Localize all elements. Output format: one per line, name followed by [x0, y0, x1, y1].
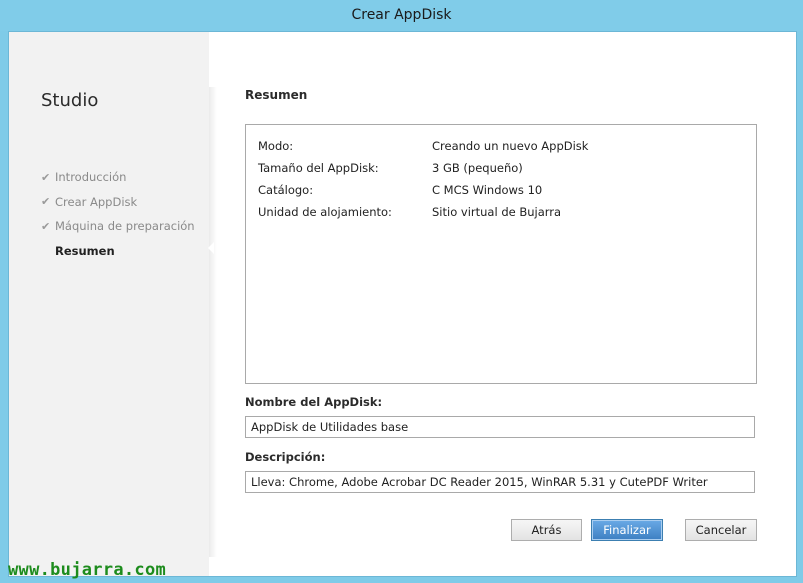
summary-value: Creando un nuevo AppDisk [432, 139, 589, 153]
description-input[interactable]: Lleva: Chrome, Adobe Acrobar DC Reader 2… [245, 471, 755, 493]
summary-key: Tamaño del AppDisk: [258, 161, 379, 175]
step-label: Máquina de preparación [55, 219, 195, 234]
step-label: Introducción [55, 170, 127, 185]
check-icon: ✔ [41, 170, 51, 184]
description-label: Descripción: [245, 450, 326, 464]
check-icon: ✔ [41, 219, 51, 233]
cancel-button[interactable]: Cancelar [685, 519, 757, 541]
step-maquina-preparacion: ✔ Máquina de preparación [41, 214, 195, 239]
window-title: Crear AppDisk [0, 0, 803, 31]
appdisk-name-input[interactable]: AppDisk de Utilidades base [245, 416, 755, 438]
sidebar-title: Studio [41, 90, 99, 111]
step-introduccion: ✔ Introducción [41, 165, 195, 190]
summary-panel: Modo: Creando un nuevo AppDisk Tamaño de… [245, 124, 757, 384]
summary-value: 3 GB (pequeño) [432, 161, 523, 175]
check-icon: ✔ [41, 195, 51, 209]
summary-key: Unidad de alojamiento: [258, 205, 392, 219]
section-heading: Resumen [245, 88, 308, 102]
wizard-sidebar: Studio ✔ Introducción ✔ Crear AppDisk ✔ … [9, 32, 217, 576]
wizard-window: Studio ✔ Introducción ✔ Crear AppDisk ✔ … [8, 31, 797, 577]
back-button[interactable]: Atrás [511, 519, 582, 541]
wizard-steps: ✔ Introducción ✔ Crear AppDisk ✔ Máquina… [41, 165, 195, 263]
appdisk-name-label: Nombre del AppDisk: [245, 395, 383, 409]
summary-key: Modo: [258, 139, 294, 153]
step-resumen: Resumen [41, 239, 195, 264]
sidebar-shadow [209, 87, 217, 557]
finish-button[interactable]: Finalizar [591, 519, 663, 541]
current-step-pointer [208, 242, 214, 254]
summary-value: C MCS Windows 10 [432, 183, 543, 197]
summary-value: Sitio virtual de Bujarra [432, 205, 562, 219]
summary-key: Catálogo: [258, 183, 314, 197]
step-label: Crear AppDisk [55, 194, 138, 209]
step-crear-appdisk: ✔ Crear AppDisk [41, 190, 195, 215]
step-label: Resumen [55, 243, 115, 258]
watermark: www.bujarra.com [8, 560, 167, 580]
